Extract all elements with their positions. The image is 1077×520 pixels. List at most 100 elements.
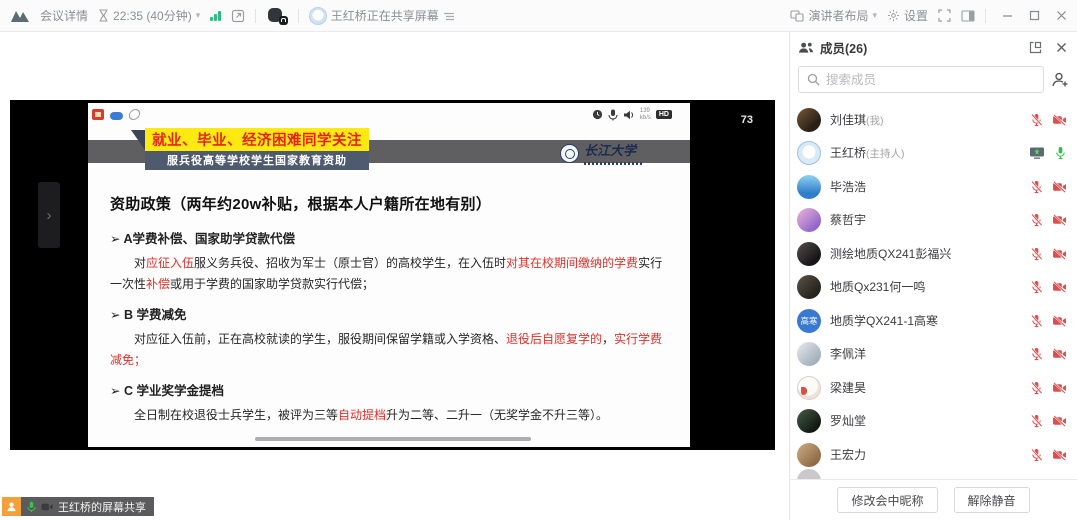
members-panel-title: 成员(26): [820, 38, 867, 57]
member-avatar: [797, 141, 821, 165]
settings-button[interactable]: 设置: [887, 7, 928, 24]
mic-muted-icon[interactable]: [1030, 314, 1043, 328]
screen-share-chip[interactable]: 王红桥的屏幕共享: [2, 497, 154, 516]
rename-button[interactable]: 修改会中昵称: [837, 487, 937, 513]
university-name: 长江大学: [584, 144, 636, 159]
sharing-screen-icon[interactable]: [1029, 146, 1045, 160]
open-external-icon: [231, 9, 245, 23]
layout-label: 演讲者布局: [808, 7, 868, 24]
toolbar-divider: [298, 9, 299, 23]
share-window-button[interactable]: [231, 9, 245, 23]
mic-muted-icon[interactable]: [1030, 347, 1043, 361]
member-row[interactable]: 梁建昊: [790, 371, 1077, 405]
member-row[interactable]: 蔡哲宇: [790, 204, 1077, 238]
meeting-timer[interactable]: 22:35 (40分钟) ▾: [98, 7, 200, 24]
close-panel-icon[interactable]: [1056, 42, 1067, 53]
camera-muted-icon[interactable]: [1052, 382, 1067, 394]
mic-muted-icon[interactable]: [1030, 381, 1043, 395]
slide-page-number: 73: [741, 114, 753, 126]
mic-active-icon[interactable]: [1054, 146, 1067, 160]
section-body-a: 对应征入伍服义务兵役、招收为军士（原士官）的高校学生，在入伍时对其在校期间缴纳的…: [110, 253, 668, 295]
member-name: 毕浩浩: [830, 180, 866, 194]
member-avatar: [797, 443, 821, 467]
camera-muted-icon[interactable]: [1052, 248, 1067, 260]
slide-banner: 就业、毕业、经济困难同学关注 服兵役高等学校学生国家教育资助: [145, 128, 369, 170]
popout-panel-icon[interactable]: [1029, 41, 1042, 54]
audio-lock-badge-icon[interactable]: [266, 7, 288, 25]
hourglass-icon: [98, 9, 109, 22]
mic-on-icon: [27, 501, 36, 513]
banner-fold-decoration: [131, 130, 145, 150]
chevron-down-icon: ▾: [196, 10, 201, 21]
member-list[interactable]: 刘佳琪(我) 王红桥(主持人) 毕浩浩: [790, 101, 1077, 479]
layout-selector[interactable]: 演讲者布局 ▾: [790, 7, 877, 24]
slide-title: 资助政策（两年约20w补贴，根据本人户籍所在地有别）: [110, 193, 668, 214]
sharer-status-text: 王红桥正在共享屏幕: [331, 7, 439, 24]
member-search-input[interactable]: [826, 73, 1035, 87]
toggle-sidebar-button[interactable]: [961, 10, 975, 22]
camera-muted-icon[interactable]: [1052, 281, 1067, 293]
member-row[interactable]: 罗灿堂: [790, 405, 1077, 439]
member-name: 地质学QX241-1高寒: [830, 314, 938, 328]
member-row[interactable]: 李佩洋: [790, 338, 1077, 372]
slide-scrollbar[interactable]: [255, 437, 531, 441]
gear-icon: [887, 9, 900, 22]
university-logo: 长江大学: [560, 142, 642, 165]
camera-muted-icon[interactable]: [1052, 181, 1067, 193]
unmute-button[interactable]: 解除静音: [954, 487, 1030, 513]
layout-icon: [790, 10, 804, 22]
member-row[interactable]: 地质Qx231何一鸣: [790, 271, 1077, 305]
speaker-status-icon: [623, 109, 635, 121]
member-row[interactable]: 刘佳琪(我): [790, 103, 1077, 137]
member-name: 刘佳琪: [830, 113, 866, 127]
minimize-button[interactable]: [1002, 10, 1013, 21]
member-name: 蔡哲宇: [830, 213, 866, 227]
camera-muted-icon[interactable]: [1052, 214, 1067, 226]
member-avatar: [797, 242, 821, 266]
camera-muted-icon[interactable]: [1052, 449, 1067, 461]
camera-muted-icon[interactable]: [1052, 315, 1067, 327]
toolbar-divider: [255, 9, 256, 23]
sharer-avatar: [309, 7, 327, 25]
member-row[interactable]: 高寒 地质学QX241-1高寒: [790, 304, 1077, 338]
member-row-host[interactable]: 王红桥(主持人): [790, 137, 1077, 171]
member-row[interactable]: 王宏力: [790, 438, 1077, 472]
member-search-box[interactable]: [798, 66, 1044, 93]
member-avatar: [797, 175, 821, 199]
member-row[interactable]: 测绘地质QX241彭福兴: [790, 237, 1077, 271]
member-name: 地质Qx231何一鸣: [830, 280, 925, 294]
members-icon: [798, 41, 814, 54]
mic-muted-icon[interactable]: [1030, 213, 1043, 227]
shared-slide: 139 kb/s HD 就业、毕业、经济困难同学关注 服兵役高等学校学生国家教育…: [88, 103, 690, 447]
hd-badge: HD: [656, 110, 672, 119]
camera-muted-icon[interactable]: [1052, 415, 1067, 427]
meeting-details-button[interactable]: 会议详情: [40, 7, 88, 24]
share-list-icon: [443, 11, 455, 21]
presenter-status-icons: 139 kb/s HD: [592, 108, 672, 121]
presenter-toolbar: [92, 109, 140, 120]
mic-muted-icon[interactable]: [1030, 247, 1043, 261]
member-row[interactable]: 毕浩浩: [790, 170, 1077, 204]
mic-muted-icon[interactable]: [1030, 113, 1043, 127]
close-button[interactable]: [1056, 10, 1067, 21]
meeting-details-label: 会议详情: [40, 7, 88, 24]
fullscreen-button[interactable]: [938, 9, 951, 22]
mic-muted-icon[interactable]: [1030, 414, 1043, 428]
section-heading-c: ➢ C 学业奖学金提档: [110, 380, 668, 399]
add-member-button[interactable]: [1051, 71, 1069, 88]
slide-body: 资助政策（两年约20w补贴，根据本人户籍所在地有别） ➢ A学费补偿、国家助学贷…: [110, 193, 668, 426]
sharer-status[interactable]: 王红桥正在共享屏幕: [309, 7, 455, 25]
mic-muted-icon[interactable]: [1030, 280, 1043, 294]
camera-muted-icon[interactable]: [1052, 348, 1067, 360]
camera-muted-icon[interactable]: [1052, 114, 1067, 126]
pen-tool-icon: [128, 109, 141, 120]
expand-video-strip-button[interactable]: ›: [38, 182, 60, 248]
section-body-c: 全日制在校退役士兵学生，被评为三等自动提档升为二等、二升一（无奖学金不升三等）。: [110, 405, 668, 426]
chevron-down-icon: ▾: [872, 10, 877, 21]
shared-screen-stage: › 139 kb/s HD 就业、毕业、经济困难同学关注: [10, 100, 775, 450]
mic-muted-icon[interactable]: [1030, 448, 1043, 462]
maximize-button[interactable]: [1029, 10, 1040, 21]
member-name: 王红桥: [830, 146, 866, 160]
timer-text: 22:35 (40分钟): [113, 7, 192, 24]
mic-muted-icon[interactable]: [1030, 180, 1043, 194]
